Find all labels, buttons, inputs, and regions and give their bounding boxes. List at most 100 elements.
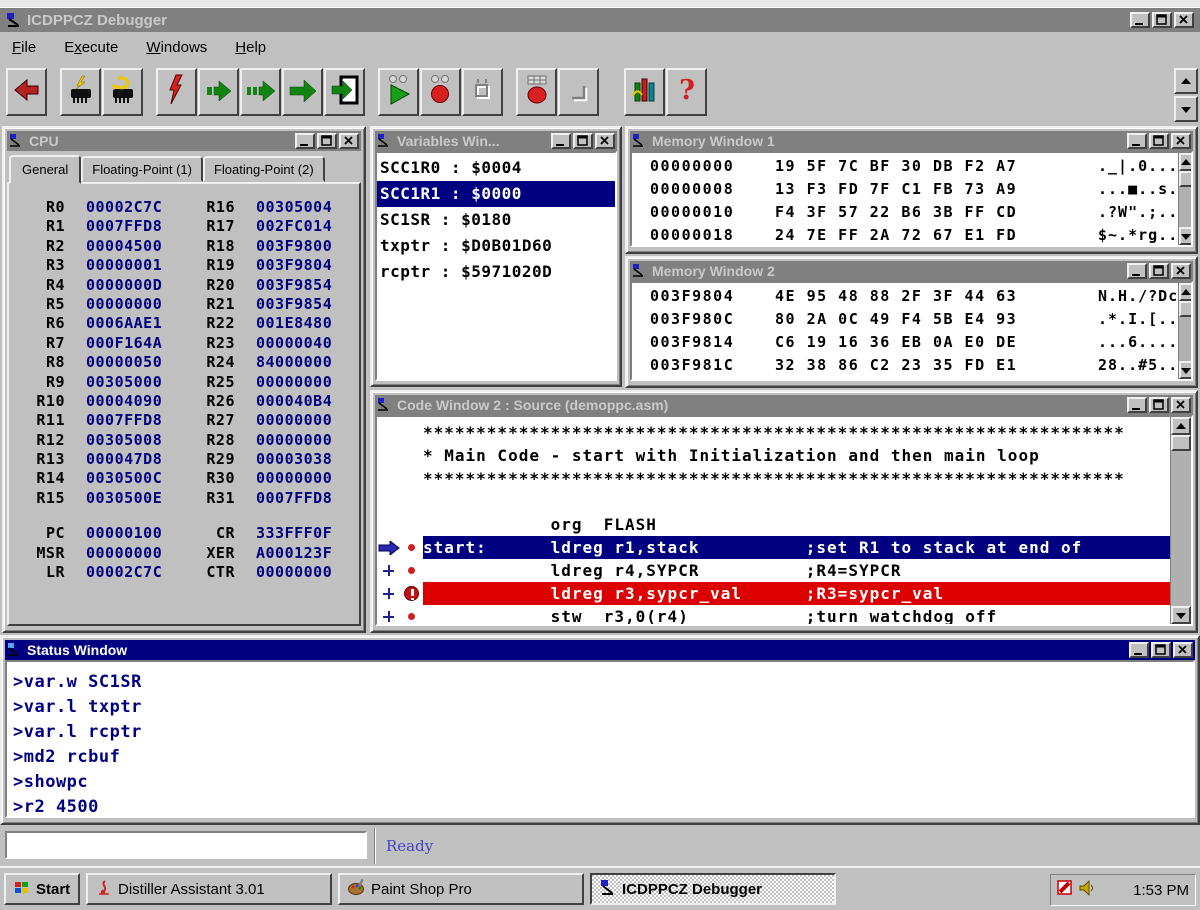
maximize-icon[interactable]: [1149, 263, 1169, 279]
variable-item[interactable]: SC1SR : $0180: [377, 207, 615, 233]
maximize-icon[interactable]: [1151, 642, 1171, 658]
source-line[interactable]: org FLASH: [377, 513, 1170, 536]
step-into-button[interactable]: [198, 68, 239, 116]
variable-item[interactable]: txptr : $D0B01D60: [377, 233, 615, 259]
memory-row: 003F9814C6 19 16 36 EB 0A E0 DE...6....: [632, 333, 1178, 356]
task-paint-shop-pro[interactable]: Paint Shop Pro: [338, 873, 584, 905]
memory-row: 003F980C80 2A 0C 49 F4 5B E4 93.*.I.[..: [632, 310, 1178, 333]
close-icon[interactable]: [1174, 12, 1194, 28]
variable-item[interactable]: SCC1R0 : $0004: [377, 155, 615, 181]
maximize-icon[interactable]: [1152, 12, 1172, 28]
close-icon[interactable]: [1171, 133, 1191, 149]
run-breakpoints-button[interactable]: [378, 68, 419, 116]
minimize-icon[interactable]: [551, 133, 571, 149]
stop-breakpoint-button[interactable]: [420, 68, 461, 116]
memory1-titlebar[interactable]: Memory Window 1: [630, 131, 1193, 151]
close-icon[interactable]: [595, 133, 615, 149]
tab-floating-point-1[interactable]: Floating-Point (1): [81, 156, 203, 182]
scroll-up-icon[interactable]: [1174, 68, 1198, 94]
halt-button[interactable]: [156, 68, 197, 116]
code-titlebar[interactable]: Code Window 2 : Source (demoppc.asm): [375, 395, 1193, 415]
expand-plus-icon[interactable]: [377, 565, 400, 576]
hardware-breakpoint-button[interactable]: [516, 68, 557, 116]
run-button[interactable]: [282, 68, 323, 116]
chip-reset-button[interactable]: [102, 68, 143, 116]
task-distiller-assistant[interactable]: Distiller Assistant 3.01: [86, 873, 332, 905]
tray-red-icon[interactable]: [1057, 880, 1073, 901]
minimize-icon[interactable]: [295, 133, 315, 149]
menu-file[interactable]: File: [12, 39, 36, 56]
menu-help[interactable]: Help: [235, 39, 266, 56]
scroll-up-icon[interactable]: [1171, 417, 1191, 435]
memory2-titlebar[interactable]: Memory Window 2: [630, 261, 1193, 281]
scroll-down-icon[interactable]: [1171, 606, 1191, 624]
tab-general[interactable]: General: [9, 155, 81, 184]
minimize-icon[interactable]: [1130, 12, 1150, 28]
close-icon[interactable]: [1171, 263, 1191, 279]
tab-floating-point-2[interactable]: Floating-Point (2): [203, 156, 325, 182]
scroll-down-icon[interactable]: [1179, 227, 1193, 245]
start-button[interactable]: Start: [4, 873, 80, 905]
menu-windows[interactable]: Windows: [146, 39, 207, 56]
close-icon[interactable]: [1171, 397, 1191, 413]
menu-execute[interactable]: Execute: [64, 39, 118, 56]
status-titlebar[interactable]: Status Window: [5, 640, 1195, 660]
source-line[interactable]: stw r3,0(r4) ;turn watchdog off: [377, 605, 1170, 624]
step-over-button[interactable]: [240, 68, 281, 116]
scroll-track[interactable]: [1179, 317, 1193, 361]
expand-plus-icon[interactable]: [377, 611, 400, 622]
speaker-icon[interactable]: [1079, 880, 1094, 901]
code-scrollbar[interactable]: [1170, 417, 1191, 624]
source-line-current[interactable]: start: ldreg r1,stack ;set R1 to stack a…: [377, 536, 1170, 559]
scroll-up-icon[interactable]: [1179, 283, 1193, 301]
help-button[interactable]: ?: [666, 68, 707, 116]
breakpoint-dot-icon[interactable]: [400, 613, 423, 620]
variable-item[interactable]: rcptr : $5971020D: [377, 259, 615, 285]
scroll-track[interactable]: [1179, 187, 1193, 227]
breakpoint-dot-icon[interactable]: [400, 567, 423, 574]
memory1-window-title: Memory Window 1: [652, 133, 1123, 149]
cpu-titlebar[interactable]: CPU: [7, 131, 361, 151]
variable-item-selected[interactable]: SCC1R1 : $0000: [377, 181, 615, 207]
variables-window-icon: [377, 133, 393, 149]
scroll-thumb[interactable]: [1179, 301, 1193, 317]
expand-plus-icon[interactable]: [377, 588, 400, 599]
source-line[interactable]: ldreg r4,SYPCR ;R4=SYPCR: [377, 559, 1170, 582]
maximize-icon[interactable]: [1149, 397, 1169, 413]
breakpoint-error-icon[interactable]: [400, 586, 423, 601]
source-line[interactable]: [377, 490, 1170, 513]
back-arrow-button[interactable]: [6, 68, 47, 116]
run-to-exit-button[interactable]: [324, 68, 365, 116]
maximize-icon[interactable]: [573, 133, 593, 149]
scroll-thumb[interactable]: [1179, 171, 1193, 187]
scroll-down-icon[interactable]: [1174, 96, 1198, 122]
scroll-track[interactable]: [1171, 451, 1191, 606]
statistics-button[interactable]: [624, 68, 665, 116]
memory-row: 003F981C32 38 86 C2 23 35 FD E128..#5..: [632, 356, 1178, 379]
minimize-icon[interactable]: [1127, 133, 1147, 149]
register-row: CTR00000000: [189, 563, 359, 582]
breakpoint-dot-icon[interactable]: [400, 544, 423, 551]
scroll-thumb[interactable]: [1171, 435, 1191, 451]
maximize-icon[interactable]: [1149, 133, 1169, 149]
source-line[interactable]: ****************************************…: [377, 467, 1170, 490]
minimize-icon[interactable]: [1129, 642, 1149, 658]
code-window: Code Window 2 : Source (demoppc.asm) ***…: [370, 390, 1198, 633]
maximize-icon[interactable]: [317, 133, 337, 149]
minimize-icon[interactable]: [1127, 263, 1147, 279]
close-icon[interactable]: [1173, 642, 1193, 658]
memory1-scrollbar[interactable]: [1178, 153, 1193, 245]
pc-arrow-icon[interactable]: [377, 541, 400, 555]
source-line[interactable]: ****************************************…: [377, 421, 1170, 444]
scroll-down-icon[interactable]: [1179, 361, 1193, 379]
minimize-icon[interactable]: [1127, 397, 1147, 413]
task-icdppcz-debugger[interactable]: ICDPPCZ Debugger: [590, 873, 836, 905]
chip-program-button[interactable]: [60, 68, 101, 116]
variables-titlebar[interactable]: Variables Win...: [375, 131, 617, 151]
source-line-breakpoint[interactable]: ldreg r3,sypcr_val ;R3=sypcr_val: [377, 582, 1170, 605]
memory2-scrollbar[interactable]: [1178, 283, 1193, 379]
source-line[interactable]: * Main Code - start with Initialization …: [377, 444, 1170, 467]
scroll-up-icon[interactable]: [1179, 153, 1193, 171]
close-icon[interactable]: [339, 133, 359, 149]
command-input[interactable]: [5, 831, 367, 859]
